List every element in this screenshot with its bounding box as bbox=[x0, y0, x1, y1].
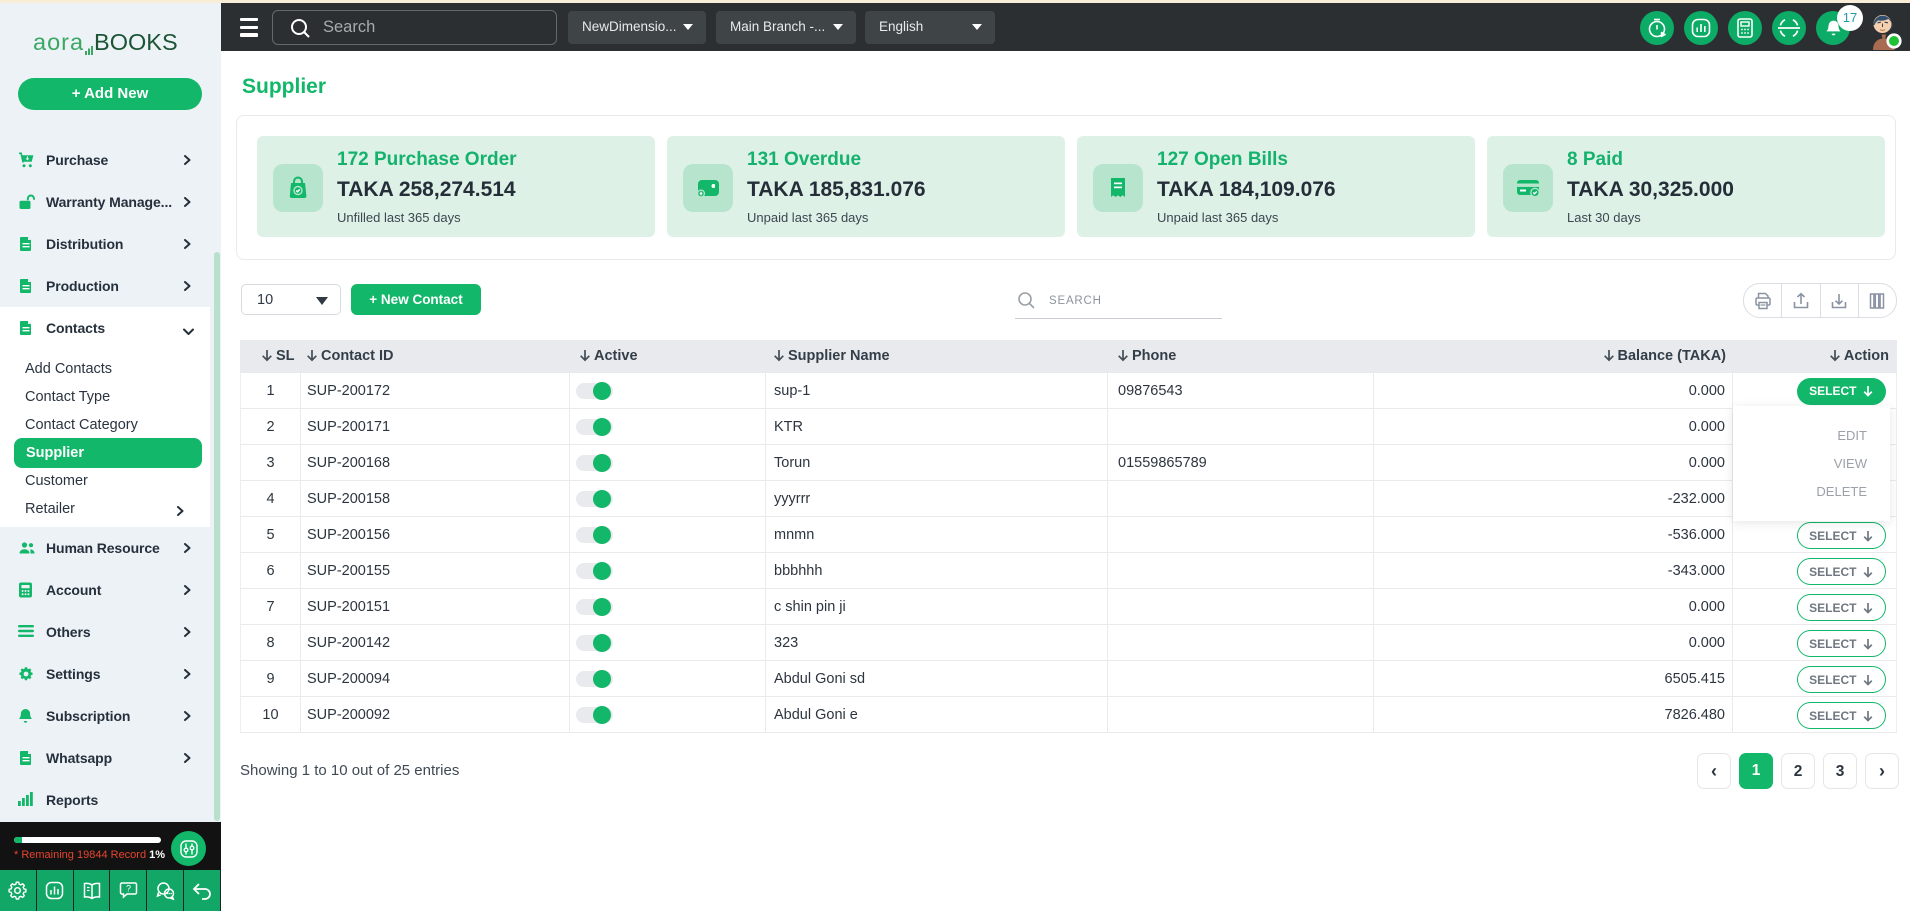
svg-text:?: ? bbox=[126, 884, 131, 894]
